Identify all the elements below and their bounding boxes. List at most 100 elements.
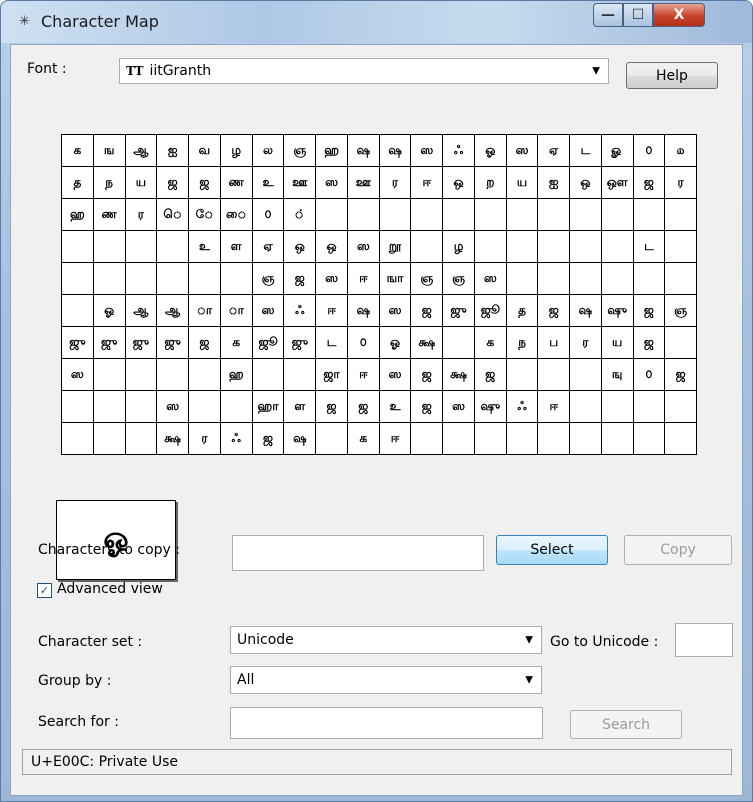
close-button[interactable]: X	[653, 3, 705, 27]
grid-cell[interactable]: ஜ	[410, 390, 444, 423]
grid-cell[interactable]: ல	[251, 134, 285, 167]
grid-cell[interactable]: ஏ	[251, 230, 285, 263]
advanced-view-checkbox[interactable]: ✓	[37, 583, 52, 598]
grid-cell[interactable]: ஸ	[251, 294, 285, 327]
grid-cell[interactable]: க	[346, 422, 380, 455]
grid-cell[interactable]: ஜ	[473, 358, 507, 391]
grid-cell[interactable]: ங	[92, 134, 126, 167]
grid-cell[interactable]: ஆ	[124, 294, 158, 327]
grid-cell[interactable]	[569, 198, 602, 231]
grid-cell[interactable]	[505, 230, 539, 263]
grid-cell[interactable]: ஈ	[537, 390, 571, 423]
grid-cell[interactable]	[219, 390, 253, 423]
grid-cell[interactable]: ஜ	[188, 166, 221, 199]
grid-cell[interactable]	[124, 422, 158, 455]
grid-cell[interactable]	[61, 294, 94, 327]
search-input[interactable]	[230, 707, 543, 739]
help-button[interactable]: Help	[626, 62, 718, 89]
grid-cell[interactable]: க	[61, 134, 94, 167]
grid-cell[interactable]: ஷ	[346, 294, 380, 327]
grid-cell[interactable]	[537, 230, 571, 263]
grid-cell[interactable]: ஸ	[442, 390, 475, 423]
grid-cell[interactable]: ர	[378, 166, 412, 199]
grid-cell[interactable]: ௦	[632, 358, 666, 391]
grid-cell[interactable]: ட	[315, 326, 348, 359]
grid-cell[interactable]: க	[473, 326, 507, 359]
grid-cell[interactable]: ஈ	[378, 422, 412, 455]
grid-cell[interactable]: ஸ	[378, 294, 412, 327]
grid-cell[interactable]: ஃ	[442, 134, 475, 167]
grid-cell[interactable]: ஞ	[251, 262, 285, 295]
grid-cell[interactable]	[537, 358, 571, 391]
grid-cell[interactable]	[600, 422, 634, 455]
grid-cell[interactable]	[315, 422, 348, 455]
grid-cell[interactable]: ஸ	[61, 358, 94, 391]
grid-cell[interactable]: ஜு	[156, 326, 190, 359]
character-set-select[interactable]: Unicode ▼	[230, 626, 542, 654]
grid-cell[interactable]: ர	[124, 198, 158, 231]
grid-cell[interactable]: ஜ	[346, 390, 380, 423]
grid-cell[interactable]: ஜா	[315, 358, 348, 391]
grid-cell[interactable]: ஜ	[188, 326, 221, 359]
grid-cell[interactable]: ஈ	[410, 166, 444, 199]
grid-cell[interactable]: ஞ	[664, 294, 697, 327]
grid-cell[interactable]: ௦	[632, 134, 666, 167]
grid-cell[interactable]: ஞ	[442, 262, 475, 295]
grid-cell[interactable]	[569, 390, 602, 423]
grid-cell[interactable]: ந	[505, 326, 539, 359]
grid-cell[interactable]: ஜ	[632, 294, 666, 327]
grid-cell[interactable]	[442, 326, 475, 359]
grid-cell[interactable]: ஒள	[600, 166, 634, 199]
grid-cell[interactable]	[124, 358, 158, 391]
grid-cell[interactable]	[473, 422, 507, 455]
grid-cell[interactable]: ஙு	[600, 358, 634, 391]
grid-cell[interactable]	[156, 262, 190, 295]
grid-cell[interactable]	[632, 390, 666, 423]
grid-cell[interactable]: ஜ	[156, 166, 190, 199]
grid-cell[interactable]	[410, 422, 444, 455]
grid-cell[interactable]	[632, 262, 666, 295]
grid-cell[interactable]	[251, 358, 285, 391]
grid-cell[interactable]	[188, 358, 221, 391]
grid-cell[interactable]: ஐ	[537, 166, 571, 199]
grid-cell[interactable]	[92, 358, 126, 391]
grid-cell[interactable]: ா	[188, 294, 221, 327]
select-button[interactable]: Select	[496, 535, 608, 565]
grid-cell[interactable]: ட	[632, 230, 666, 263]
grid-cell[interactable]: ஞ	[410, 262, 444, 295]
grid-cell[interactable]	[664, 262, 697, 295]
grid-cell[interactable]: ஓ	[473, 134, 507, 167]
grid-cell[interactable]: ஒ	[569, 166, 602, 199]
grid-cell[interactable]: ள	[219, 230, 253, 263]
go-to-unicode-input[interactable]	[675, 623, 733, 657]
grid-cell[interactable]: ஷு	[600, 294, 634, 327]
grid-cell[interactable]	[61, 262, 94, 295]
grid-cell[interactable]: உ	[251, 166, 285, 199]
grid-cell[interactable]: ௦	[251, 198, 285, 231]
grid-cell[interactable]: ஸ	[473, 262, 507, 295]
grid-cell[interactable]	[600, 198, 634, 231]
grid-cell[interactable]	[632, 198, 666, 231]
grid-cell[interactable]	[92, 230, 126, 263]
grid-cell[interactable]: ஜூ	[251, 326, 285, 359]
search-button[interactable]: Search	[570, 710, 682, 739]
grid-cell[interactable]: உ	[188, 230, 221, 263]
grid-cell[interactable]: ஹ	[61, 198, 94, 231]
grid-cell[interactable]: ர	[569, 326, 602, 359]
grid-cell[interactable]: ய	[505, 166, 539, 199]
grid-cell[interactable]	[315, 198, 348, 231]
grid-cell[interactable]	[664, 198, 697, 231]
grid-cell[interactable]	[569, 422, 602, 455]
grid-cell[interactable]: ஐ	[156, 134, 190, 167]
grid-cell[interactable]	[537, 262, 571, 295]
characters-to-copy-input[interactable]	[232, 535, 484, 571]
grid-cell[interactable]: ஊ	[346, 166, 380, 199]
grid-cell[interactable]	[61, 230, 94, 263]
grid-cell[interactable]: ௐ	[600, 134, 634, 167]
grid-cell[interactable]	[442, 422, 475, 455]
grid-cell[interactable]: ே	[188, 198, 221, 231]
grid-cell[interactable]: ஆ	[124, 134, 158, 167]
grid-cell[interactable]	[664, 326, 697, 359]
grid-cell[interactable]: த	[505, 294, 539, 327]
grid-cell[interactable]: ழ	[219, 134, 253, 167]
